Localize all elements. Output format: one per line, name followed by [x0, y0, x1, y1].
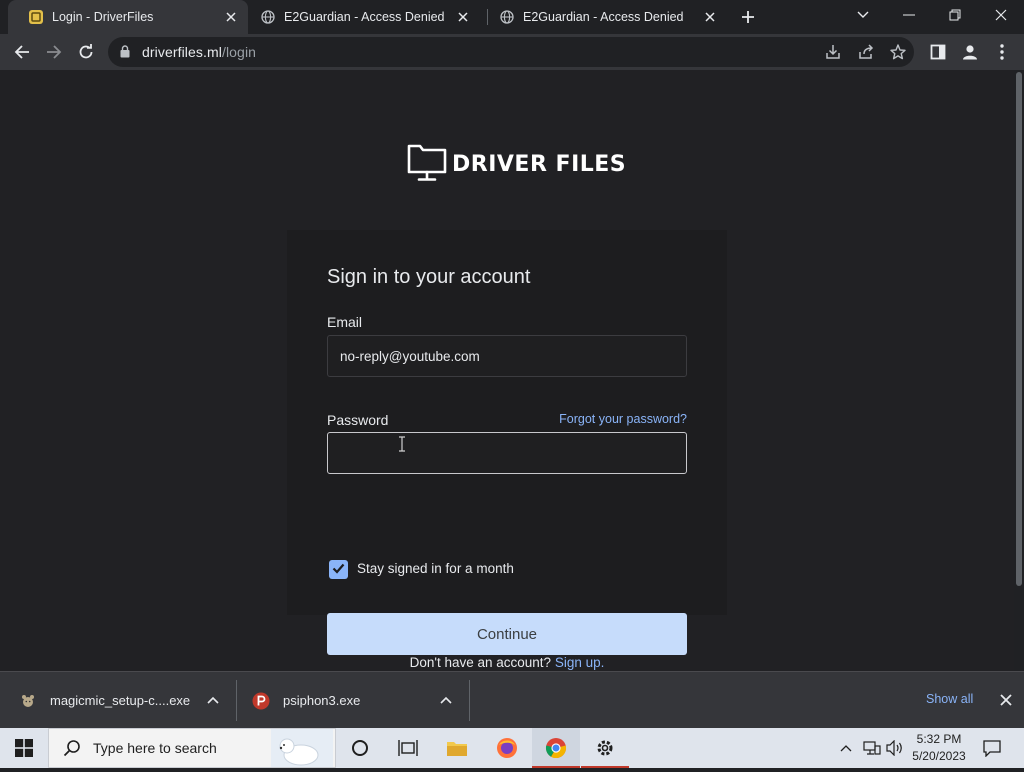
- bear-icon: [18, 691, 38, 711]
- clock-time: 5:32 PM: [916, 732, 962, 746]
- install-app-icon[interactable]: [824, 43, 842, 66]
- no-account-text: Don't have an account?: [409, 655, 552, 670]
- profile-icon[interactable]: [958, 40, 982, 64]
- task-view-icon[interactable]: [384, 728, 432, 768]
- url-host: driverfiles.ml: [142, 44, 222, 60]
- signup-link[interactable]: Sign up.: [555, 655, 605, 670]
- back-arrow-icon[interactable]: [10, 40, 34, 64]
- password-label: Password: [327, 412, 389, 428]
- forgot-password-link[interactable]: Forgot your password?: [559, 412, 687, 426]
- text-cursor-icon: [398, 436, 406, 455]
- download-separator: [236, 680, 237, 721]
- monitor-folder-icon: [406, 141, 448, 188]
- chevron-up-icon[interactable]: [205, 692, 221, 708]
- share-icon[interactable]: [857, 43, 875, 66]
- tab-e2guardian-1[interactable]: E2Guardian - Access Denied: [240, 0, 480, 34]
- tab-close-icon[interactable]: [701, 8, 719, 26]
- tab-close-icon[interactable]: [222, 8, 240, 26]
- stay-signed-in-checkbox[interactable]: [329, 560, 348, 579]
- tab-strip: Login - DriverFiles E2Guardian - Access …: [0, 0, 1024, 34]
- windows-taskbar: Type here to search 5:32 PM 5/20/2023: [0, 728, 1024, 768]
- forward-arrow-icon[interactable]: [42, 40, 66, 64]
- window-close-icon[interactable]: [989, 3, 1013, 27]
- signup-prompt: Don't have an account? Sign up.: [0, 655, 1014, 670]
- tab-e2guardian-2[interactable]: E2Guardian - Access Denied: [479, 0, 727, 34]
- tab-title: E2Guardian - Access Denied: [284, 10, 445, 24]
- download-item[interactable]: psiphon3.exe: [251, 672, 469, 729]
- chevron-up-icon[interactable]: [438, 692, 454, 708]
- show-all-downloads-link[interactable]: Show all: [926, 692, 973, 706]
- email-field[interactable]: no-reply@youtube.com: [327, 335, 687, 377]
- url-path: /login: [221, 44, 257, 60]
- firefox-icon[interactable]: [483, 728, 531, 768]
- psiphon-icon: [251, 691, 271, 711]
- polar-bear-search-highlight-icon: [271, 729, 333, 772]
- taskbar-search-box[interactable]: Type here to search: [48, 728, 336, 768]
- browser-toolbar: driverfiles.ml/login: [0, 34, 1024, 70]
- globe-icon: [260, 9, 276, 25]
- volume-icon[interactable]: [884, 728, 906, 768]
- chrome-icon[interactable]: [532, 728, 580, 768]
- system-clock[interactable]: 5:32 PM 5/20/2023: [910, 731, 968, 765]
- bookmark-star-icon[interactable]: [889, 43, 907, 66]
- cortana-icon[interactable]: [336, 728, 384, 768]
- checkmark-icon: [332, 561, 345, 579]
- tab-close-icon[interactable]: [454, 8, 472, 26]
- download-filename: magicmic_setup-c....exe: [50, 693, 191, 708]
- globe-icon: [499, 9, 515, 25]
- address-bar[interactable]: driverfiles.ml/login: [108, 37, 914, 67]
- lock-icon[interactable]: [120, 45, 130, 63]
- side-panel-icon[interactable]: [926, 40, 950, 64]
- search-placeholder: Type here to search: [93, 740, 217, 756]
- minimize-icon[interactable]: [897, 3, 921, 27]
- download-filename: psiphon3.exe: [283, 693, 361, 708]
- menu-kebab-icon[interactable]: [990, 40, 1014, 64]
- new-tab-icon[interactable]: [736, 5, 760, 29]
- windows-start-icon[interactable]: [0, 728, 48, 768]
- restore-icon[interactable]: [943, 3, 967, 27]
- email-label: Email: [327, 314, 363, 330]
- tab-title: Login - DriverFiles: [52, 10, 154, 24]
- settings-gear-icon[interactable]: [581, 728, 629, 768]
- download-item[interactable]: magicmic_setup-c....exe: [18, 672, 236, 729]
- email-value: no-reply@youtube.com: [340, 348, 480, 364]
- tab-search-chevron-icon[interactable]: [851, 3, 875, 27]
- login-heading: Sign in to your account: [327, 266, 531, 288]
- tray-chevron-up-icon[interactable]: [834, 728, 858, 768]
- logo-text: DRIVER FILES: [452, 151, 627, 177]
- driverfiles-logo[interactable]: DRIVER FILES: [406, 142, 626, 186]
- download-separator: [469, 680, 470, 721]
- close-downloads-icon[interactable]: [997, 691, 1015, 709]
- search-icon: [63, 739, 81, 757]
- page-viewport: DRIVER FILES Sign in to your account Ema…: [0, 70, 1014, 671]
- stay-signed-in-label[interactable]: Stay signed in for a month: [357, 561, 514, 576]
- vertical-scrollbar[interactable]: [1014, 70, 1024, 671]
- continue-button[interactable]: Continue: [327, 613, 687, 655]
- notifications-icon[interactable]: [968, 728, 1016, 768]
- reload-icon[interactable]: [74, 40, 98, 64]
- driverfiles-favicon-icon: [28, 9, 44, 25]
- password-field[interactable]: [327, 432, 687, 474]
- clock-date: 5/20/2023: [912, 749, 966, 763]
- tab-title: E2Guardian - Access Denied: [523, 10, 684, 24]
- network-icon[interactable]: [860, 728, 884, 768]
- login-card: Sign in to your account Email no-reply@y…: [287, 230, 727, 655]
- scrollbar-thumb[interactable]: [1016, 72, 1022, 586]
- url-text: driverfiles.ml/login: [142, 44, 256, 60]
- downloads-bar: magicmic_setup-c....exe psiphon3.exe Sho…: [0, 671, 1024, 728]
- file-explorer-icon[interactable]: [433, 728, 481, 768]
- tab-login-driverfiles[interactable]: Login - DriverFiles: [8, 0, 248, 34]
